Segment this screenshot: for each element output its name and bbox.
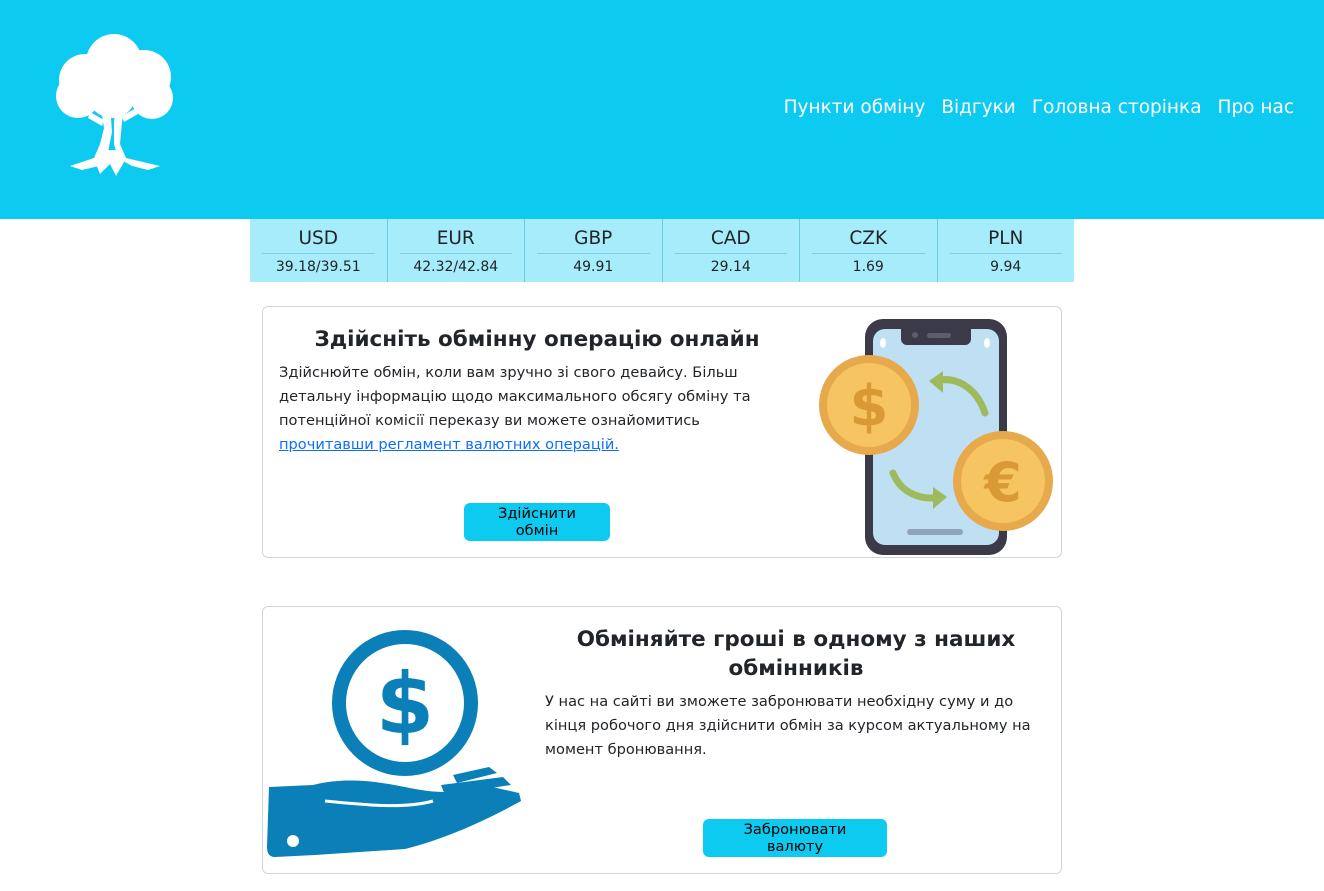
nav-home[interactable]: Головна сторінка <box>1024 96 1210 120</box>
svg-text:$: $ <box>376 655 434 753</box>
book-currency-button[interactable]: Забронювати валюту <box>703 819 887 857</box>
online-exchange-text: Здійснюйте обмін, коли вам зручно зі сво… <box>279 361 795 457</box>
nav-exchange-points[interactable]: Пункти обміну <box>776 96 934 120</box>
office-exchange-title: Обміняйте гроші в одному з наших обмінни… <box>576 627 1016 681</box>
rate-currency: GBP <box>537 227 650 254</box>
rate-eur: EUR 42.32/42.84 <box>388 219 525 282</box>
rate-currency: CAD <box>674 227 787 254</box>
rate-value: 49.91 <box>573 259 614 275</box>
rate-currency: USD <box>262 227 375 254</box>
rate-currency: CZK <box>812 227 925 254</box>
rate-value: 29.14 <box>710 259 751 275</box>
rate-pln: PLN 9.94 <box>938 219 1075 282</box>
rate-value: 39.18/39.51 <box>275 259 361 275</box>
rate-value: 1.69 <box>852 259 884 275</box>
office-exchange-text: У нас на сайті ви зможете забронювати не… <box>545 693 1031 758</box>
regulations-link[interactable]: прочитавши регламент валютних операцій. <box>279 436 619 453</box>
rate-value: 42.32/42.84 <box>413 259 499 275</box>
rate-czk: CZK 1.69 <box>800 219 938 282</box>
exchange-rates-bar: USD 39.18/39.51 EUR 42.32/42.84 GBP 49.9… <box>250 219 1074 282</box>
online-exchange-title: Здійсніть обмінну операцію онлайн <box>314 327 760 352</box>
online-exchange-description: Здійснюйте обмін, коли вам зручно зі сво… <box>279 364 751 429</box>
rate-currency: EUR <box>399 227 512 254</box>
nav-reviews[interactable]: Відгуки <box>933 96 1024 120</box>
exchange-button[interactable]: Здійснити обмін <box>464 503 610 541</box>
rate-cad: CAD 29.14 <box>663 219 800 282</box>
tree-logo-icon[interactable] <box>52 32 176 180</box>
svg-text:$: $ <box>850 374 889 439</box>
office-exchange-card: $ Обміняйте гроші в одному з наших обмін… <box>262 606 1062 874</box>
hand-dollar-icon: $ <box>267 630 521 857</box>
site-header: Пункти обміну Відгуки Головна сторінка П… <box>0 0 1324 219</box>
nav-about[interactable]: Про нас <box>1210 96 1294 120</box>
online-exchange-card: Здійсніть обмінну операцію онлайн Здійсн… <box>262 306 1062 558</box>
main-nav: Пункти обміну Відгуки Головна сторінка П… <box>776 96 1294 120</box>
svg-text:€: € <box>982 451 1022 514</box>
rate-currency: PLN <box>949 227 1062 254</box>
rate-usd: USD 39.18/39.51 <box>250 219 388 282</box>
rate-gbp: GBP 49.91 <box>525 219 663 282</box>
rate-value: 9.94 <box>990 259 1022 275</box>
phone-exchange-icon: $ € <box>819 319 1053 555</box>
